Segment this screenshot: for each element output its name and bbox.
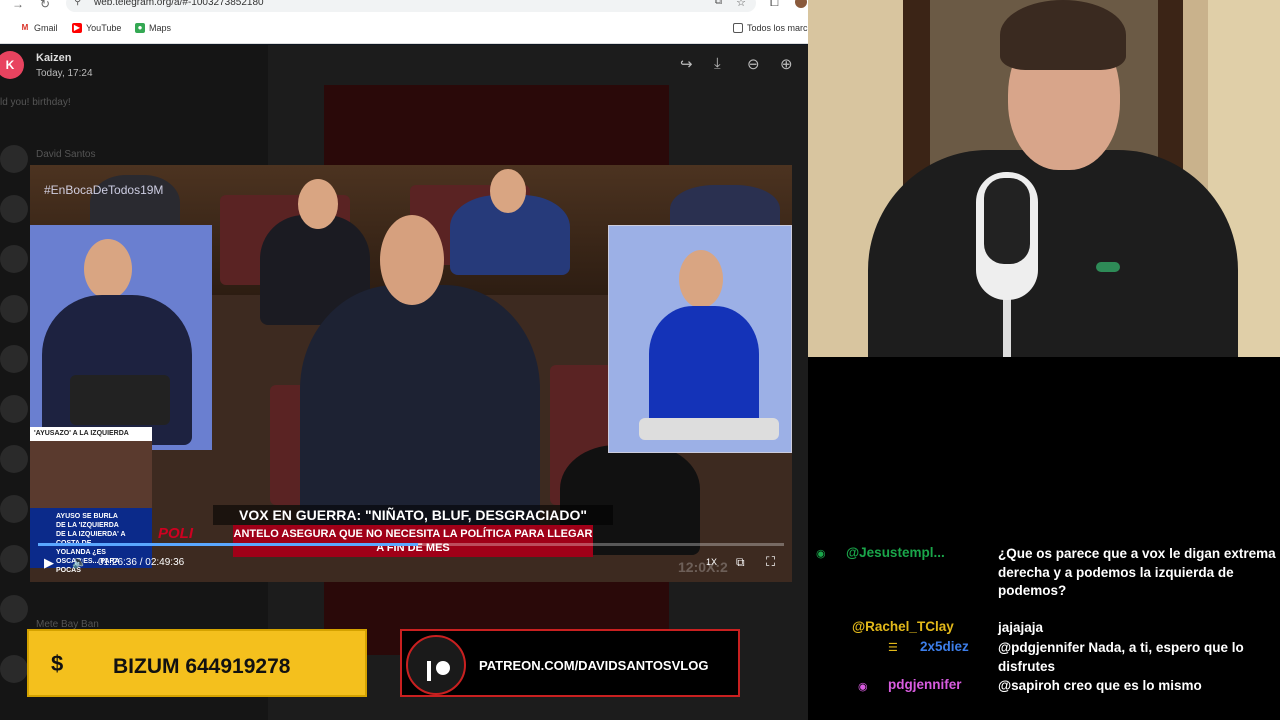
subheadline: ANTELO ASEGURA QUE NO NECESITA LA POLÍTI… [233, 525, 593, 557]
inset-laptop [70, 375, 170, 425]
streamer-hair [1000, 0, 1126, 70]
chat-text: @pdgjennifer Nada, a ti, espero que lo d… [998, 640, 1244, 674]
chat-username[interactable]: @Jesustempl... [846, 545, 945, 560]
stack-icon: ☰ [888, 642, 898, 654]
play-icon[interactable]: ▶ [44, 555, 54, 571]
lower-third: VOX EN GUERRA: "NIÑATO, BLUF, DESGRACIAD… [213, 505, 613, 559]
eye-icon: ◉ [858, 681, 868, 693]
browser-window: → ↻ ⚲ web.telegram.org/a/#-1003273852180… [0, 0, 808, 720]
video-hashtag: #EnBocaDeTodos19M [44, 183, 164, 197]
extensions-icon[interactable]: ⧠ [770, 0, 779, 10]
patreon-banner: PATREON.COM/DAVIDSANTOSVLOG [400, 629, 740, 697]
small-ticker: 'AYUSAZO' A LA IZQUIERDA [30, 427, 152, 441]
forward-icon[interactable]: ↪ [680, 55, 693, 73]
time-display: 01:26:36 / 02:49:36 [98, 557, 185, 568]
patreon-logo-dot [436, 661, 450, 675]
microphone-grill [984, 178, 1030, 264]
bookmarks-bar: M Gmail ▶ YouTube ● Maps Todos los marc [0, 14, 808, 44]
chat-text: @sapiroh creo que es lo mismo [998, 678, 1202, 693]
volume-icon[interactable]: 🔉 [72, 555, 87, 569]
channel-logo-text: POLI [158, 525, 194, 542]
chat-text: jajajaja [998, 620, 1044, 635]
bookmark-star-icon[interactable]: ☆ [736, 0, 746, 9]
dim-chat-name: David Santos [36, 149, 96, 160]
avatar [0, 445, 28, 473]
bizum-banner: $ BIZUM 644919278 [27, 629, 367, 697]
inset-person [649, 306, 759, 426]
youtube-icon: ▶ [72, 23, 82, 33]
eye-icon: ◉ [816, 548, 826, 560]
streamer-body [868, 150, 1238, 357]
all-bookmarks[interactable]: Todos los marc [733, 23, 808, 33]
bookmark-youtube[interactable]: ▶ YouTube [72, 23, 121, 33]
mini-video-frame [30, 441, 152, 511]
stream-chat: ◉ @Jesustempl... ¿Que os parece que a vo… [808, 357, 1280, 720]
zoom-in-icon[interactable]: ⊕ [780, 55, 793, 73]
avatar [0, 595, 28, 623]
bookmark-label: YouTube [86, 23, 122, 33]
sender-name[interactable]: Kaizen [36, 52, 71, 64]
playback-speed[interactable]: 1X [706, 557, 717, 567]
avatar [0, 395, 28, 423]
address-bar[interactable]: ⚲ web.telegram.org/a/#-1003273852180 ⧉ ☆ [66, 0, 756, 12]
bookmark-maps[interactable]: ● Maps [135, 23, 171, 33]
maps-icon: ● [135, 23, 145, 33]
folder-icon [733, 23, 743, 33]
url-text[interactable]: web.telegram.org/a/#-1003273852180 [94, 0, 264, 8]
chat-username[interactable]: @Rachel_TClay [852, 619, 954, 634]
bookmark-label: Gmail [34, 23, 58, 33]
progress-fill [38, 543, 419, 546]
chat-username[interactable]: 2x5diez [920, 639, 969, 654]
address-bar-row: → ↻ ⚲ web.telegram.org/a/#-1003273852180… [0, 0, 808, 14]
patreon-text: PATREON.COM/DAVIDSANTOSVLOG [479, 658, 709, 673]
message-timestamp: Today, 17:24 [36, 68, 93, 79]
profile-avatar[interactable] [795, 0, 807, 8]
avatar [0, 195, 28, 223]
patreon-logo-icon [406, 635, 466, 695]
reload-icon[interactable]: ↻ [40, 0, 50, 11]
ghost-clock: 12:0X:2 [678, 559, 728, 575]
chat-text: ¿Que os parece que a vox le digan extrem… [998, 546, 1276, 598]
install-icon[interactable]: ⧉ [715, 0, 722, 7]
video-speaker-face [380, 215, 444, 305]
avatar [0, 245, 28, 273]
avatar [0, 655, 28, 683]
fullscreen-icon[interactable]: ⛶ [766, 554, 775, 570]
bookmark-label: Maps [149, 23, 172, 33]
site-info-icon[interactable]: ⚲ [74, 0, 81, 7]
inset-face [679, 250, 723, 308]
avatar [0, 545, 28, 573]
mic-stand [1003, 290, 1011, 357]
video-face [490, 169, 526, 213]
inset-desk [639, 418, 779, 440]
patreon-logo-bar [427, 661, 431, 681]
sender-avatar[interactable]: K [0, 51, 24, 79]
webcam-feed [808, 0, 1280, 357]
download-icon[interactable]: ⤓ [714, 55, 721, 72]
video-inset-right [608, 225, 792, 453]
avatar [0, 145, 28, 173]
video-player[interactable]: #EnBocaDeTodos19M 'AYUSAZO' A LA IZQUIER… [30, 165, 792, 582]
avatar [0, 345, 28, 373]
picture-in-picture-icon[interactable]: ⧉ [736, 555, 745, 570]
all-bookmarks-label: Todos los marc [747, 23, 808, 33]
avatar [0, 495, 28, 523]
gmail-icon: M [20, 23, 30, 33]
inset-face [84, 239, 132, 299]
dim-message: ld you! birthday! [0, 97, 71, 108]
zoom-out-icon[interactable]: ⊖ [747, 55, 760, 73]
media-viewer-header: K Kaizen Today, 17:24 ↪ ⤓ ⊖ ⊕ [0, 45, 808, 85]
video-face [298, 179, 338, 229]
chat-username[interactable]: pdgjennifer [888, 677, 962, 692]
video-inset-left [30, 225, 212, 450]
bookmark-gmail[interactable]: M Gmail [20, 23, 58, 33]
screen: → ↻ ⚲ web.telegram.org/a/#-1003273852180… [0, 0, 1280, 720]
shirt-logo [1096, 262, 1120, 272]
headline: VOX EN GUERRA: "NIÑATO, BLUF, DESGRACIAD… [213, 505, 613, 525]
forward-icon[interactable]: → [12, 0, 24, 11]
dollar-icon: $ [51, 651, 64, 676]
bizum-text: BIZUM 644919278 [113, 655, 291, 678]
avatar [0, 295, 28, 323]
progress-bar[interactable] [38, 543, 784, 546]
